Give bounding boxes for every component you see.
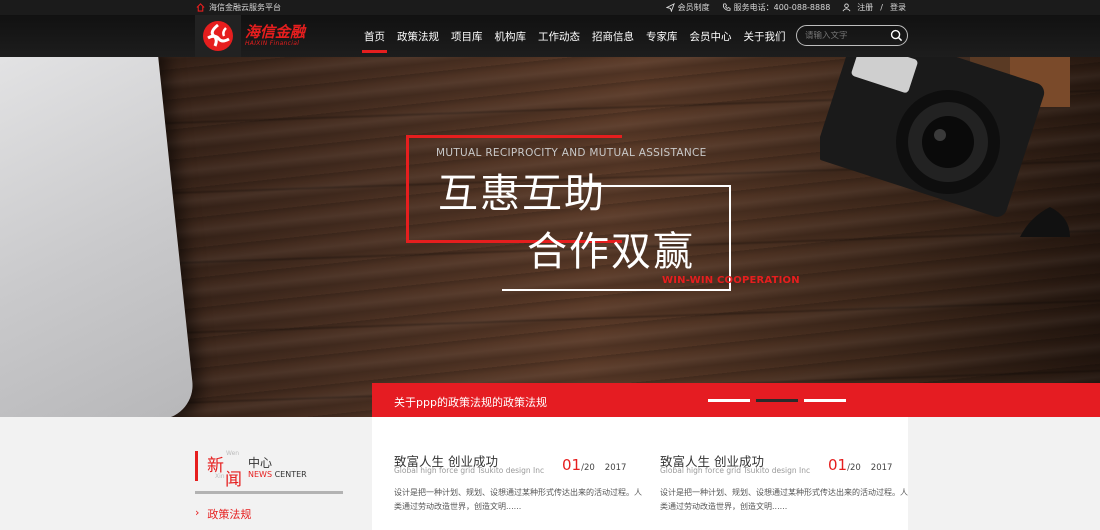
banner-caption-bar: 关于ppp的政策法规的政策法规	[372, 383, 1100, 417]
logo[interactable]: 海信金融 HAIXIN Financial	[195, 15, 317, 57]
heading-char-wen: 闻	[225, 470, 242, 490]
nav-item-investment[interactable]: 招商信息	[590, 15, 636, 57]
news-date: 01/20 2017	[828, 455, 892, 474]
main-navbar: 海信金融 HAIXIN Financial 首页 政策法规 项目库 机构库 工作…	[0, 15, 1100, 57]
hero-subtitle-en: MUTUAL RECIPROCITY AND MUTUAL ASSISTANCE	[436, 147, 707, 159]
user-icon	[842, 3, 851, 12]
news-subtitle: Global high force grid Tsukito design In…	[394, 466, 545, 475]
news-month: /20	[581, 463, 595, 473]
heading-pinyin: Wen	[226, 450, 240, 457]
hero-tagline-en: WIN-WIN COOPERATION	[662, 275, 800, 286]
main-nav: 首页 政策法规 项目库 机构库 工作动态 招商信息 专家库 会员中心 关于我们	[362, 15, 796, 57]
banner-caption[interactable]: 关于ppp的政策法规的政策法规	[394, 394, 547, 410]
news-day: 01	[562, 456, 582, 474]
logo-mark-icon	[195, 15, 241, 57]
auth-separator: /	[880, 3, 883, 12]
heading-en-news: NEWS	[248, 470, 273, 479]
news-month: /20	[847, 463, 861, 473]
slide-dot[interactable]	[708, 399, 750, 402]
heading-accent-bar	[195, 451, 198, 481]
heading-en-center: CENTER	[274, 470, 307, 479]
policy-category-link[interactable]: › 政策法规	[195, 506, 251, 522]
login-link[interactable]: 登录	[890, 2, 906, 13]
logo-text-en: HAIXIN Financial	[245, 40, 300, 47]
platform-label: 海信金融云服务平台	[196, 2, 281, 13]
news-date: 01/20 2017	[562, 455, 626, 474]
news-description: 设计是把一种计划、规划、设想通过某种形式传达出来的活动过程。人类通过劳动改造世界…	[660, 488, 908, 511]
news-year: 2017	[870, 463, 893, 473]
search-input[interactable]	[805, 30, 891, 41]
nav-item-about[interactable]: 关于我们	[742, 15, 788, 57]
heading-pinyin: Xin	[215, 473, 225, 480]
search-icon[interactable]	[890, 29, 903, 42]
news-year: 2017	[604, 463, 627, 473]
hero-title-line2: 合作双赢	[527, 229, 695, 275]
nav-item-member-center[interactable]: 会员中心	[688, 15, 734, 57]
slide-dot[interactable]	[804, 399, 846, 402]
news-day: 01	[828, 456, 848, 474]
chevron-right-icon: ›	[195, 506, 200, 519]
slide-dot-active[interactable]	[756, 399, 798, 402]
camera-image	[820, 57, 1070, 237]
nav-item-experts[interactable]: 专家库	[644, 15, 680, 57]
laptop-image	[0, 57, 196, 417]
nav-item-policy[interactable]: 政策法规	[395, 15, 441, 57]
news-subtitle: Global high force grid Tsukito design In…	[660, 466, 811, 475]
nav-item-projects[interactable]: 项目库	[449, 15, 485, 57]
auth-links: 注册 / 登录	[842, 2, 906, 13]
platform-name: 海信金融云服务平台	[209, 3, 281, 12]
policy-category-label: 政策法规	[207, 508, 252, 521]
news-description: 设计是把一种计划、规划、设想通过某种形式传达出来的活动过程。人类通过劳动改造世界…	[394, 488, 642, 511]
logo-text-cn: 海信金融	[245, 23, 306, 41]
hero-banner: MUTUAL RECIPROCITY AND MUTUAL ASSISTANCE…	[0, 57, 1100, 417]
news-section: 新 Wen 闻 Xin 中心 NEWS CENTER › 政策法规 致富人生 创…	[0, 417, 1100, 530]
member-system-label: 会员制度	[677, 3, 710, 12]
nav-item-work-news[interactable]: 工作动态	[536, 15, 582, 57]
home-icon	[196, 3, 205, 12]
top-bar: 海信金融云服务平台 会员制度 服务电话：400-088-8888 注册 / 登录	[0, 0, 1100, 15]
heading-en: NEWS CENTER	[248, 470, 307, 479]
slider-indicators	[708, 399, 846, 402]
member-system-link[interactable]: 会员制度	[665, 2, 710, 13]
nav-item-institutions[interactable]: 机构库	[493, 15, 529, 57]
register-link[interactable]: 注册	[857, 2, 873, 13]
hero-title-line1: 互惠互助	[438, 171, 606, 217]
search-box	[796, 25, 908, 46]
nav-item-home[interactable]: 首页	[362, 15, 387, 57]
service-phone-label: 服务电话：400-088-8888	[733, 3, 831, 12]
service-phone: 服务电话：400-088-8888	[722, 2, 831, 13]
send-icon	[665, 3, 675, 12]
heading-underline	[195, 491, 343, 494]
news-list: 致富人生 创业成功 Global high force grid Tsukito…	[372, 417, 908, 530]
heading-zhongxin: 中心	[248, 456, 273, 470]
phone-icon	[722, 3, 731, 11]
